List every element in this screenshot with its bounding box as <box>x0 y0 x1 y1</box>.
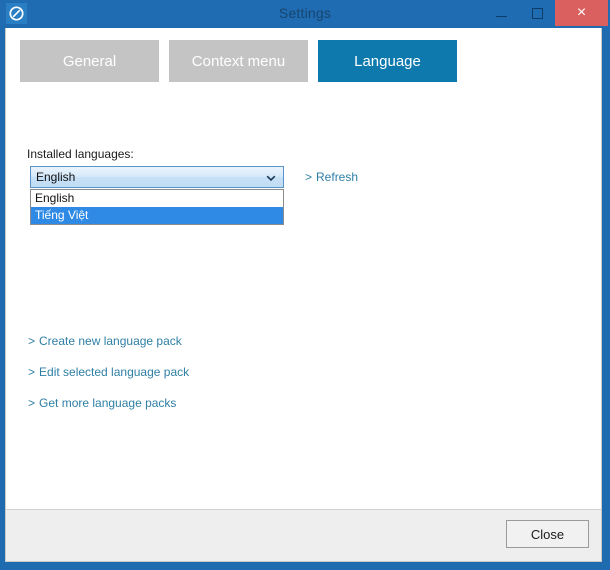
close-button-label: Close <box>530 526 565 542</box>
get-more-language-packs-label: Get more language packs <box>39 396 177 410</box>
settings-window: Settings × General Context menu Language… <box>0 0 610 570</box>
close-button[interactable]: Close <box>506 520 589 548</box>
chevron-down-icon[interactable] <box>265 171 277 183</box>
installed-languages-combobox[interactable]: English <box>30 166 284 188</box>
installed-languages-dropdown-list[interactable]: English Tiếng Việt <box>30 189 284 225</box>
tab-context-menu-label: Context menu <box>191 52 286 70</box>
client-area: General Context menu Language Installed … <box>5 28 602 562</box>
create-new-language-pack-label: Create new language pack <box>39 334 182 348</box>
edit-selected-language-pack-link[interactable]: > Edit selected language pack <box>28 365 189 379</box>
tab-general[interactable]: General <box>20 40 159 82</box>
chevron-right-icon: > <box>28 396 36 410</box>
dropdown-option-tieng-viet[interactable]: Tiếng Việt <box>31 207 283 224</box>
combobox-selected-value: English <box>36 170 76 184</box>
installed-languages-label: Installed languages: <box>27 147 134 161</box>
maximize-button[interactable] <box>519 0 555 26</box>
minimize-icon <box>495 15 507 17</box>
minimize-button[interactable] <box>483 0 519 26</box>
dropdown-option-label: Tiếng Việt <box>35 208 89 222</box>
refresh-link[interactable]: > Refresh <box>305 170 358 184</box>
get-more-language-packs-link[interactable]: > Get more language packs <box>28 396 176 410</box>
chevron-right-icon: > <box>28 334 36 348</box>
dropdown-option-label: English <box>35 191 75 205</box>
tab-context-menu[interactable]: Context menu <box>169 40 308 82</box>
maximize-icon <box>531 7 543 19</box>
tab-language-label: Language <box>354 52 421 70</box>
chevron-right-icon: > <box>28 365 36 379</box>
create-new-language-pack-link[interactable]: > Create new language pack <box>28 334 182 348</box>
close-window-button[interactable]: × <box>555 0 608 26</box>
tab-language[interactable]: Language <box>318 40 457 82</box>
title-bar: Settings × <box>0 0 610 26</box>
refresh-link-label: Refresh <box>316 170 359 184</box>
tab-general-label: General <box>62 52 117 70</box>
dialog-footer: Close <box>6 509 601 561</box>
chevron-right-icon: > <box>305 170 313 184</box>
close-icon: × <box>576 4 587 21</box>
edit-selected-language-pack-label: Edit selected language pack <box>39 365 190 379</box>
dropdown-option-english[interactable]: English <box>31 190 283 207</box>
